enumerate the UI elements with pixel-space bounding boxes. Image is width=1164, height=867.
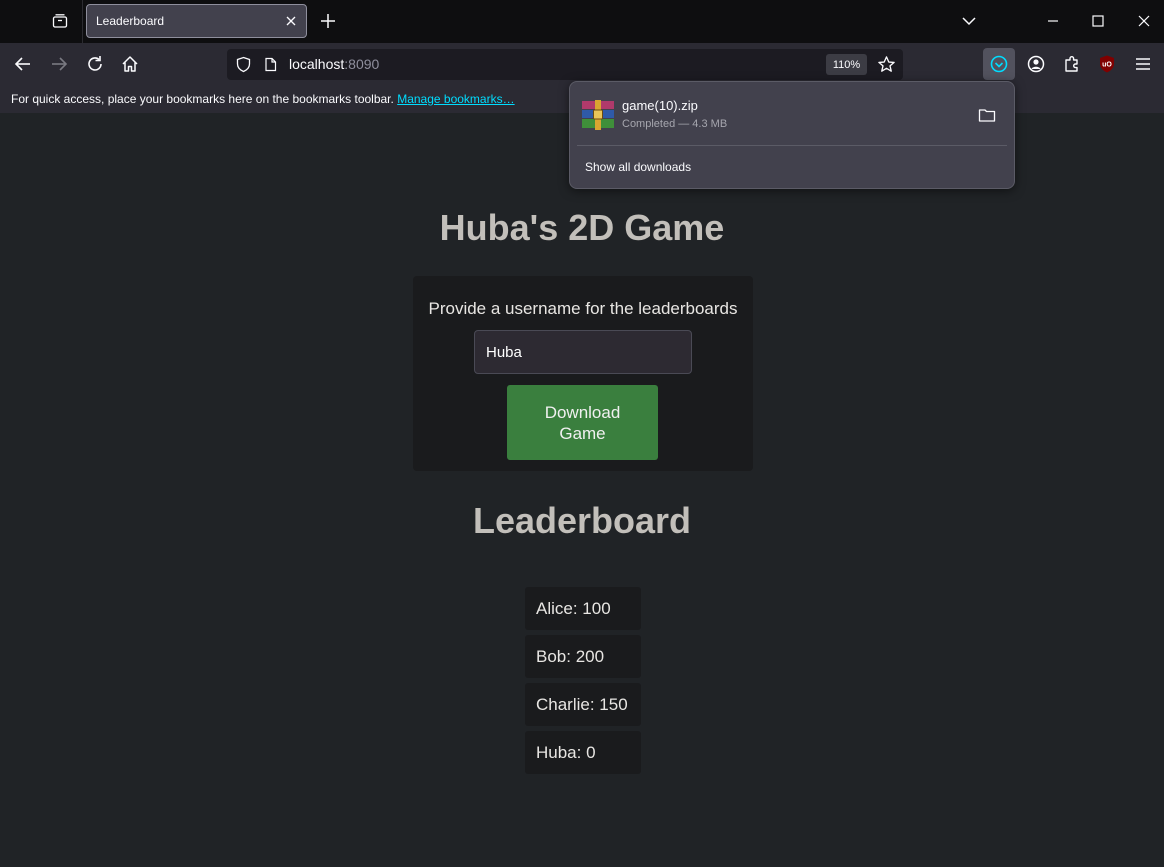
leaderboard-entry: Charlie: 150 <box>525 683 641 726</box>
tab-leaderboard[interactable]: Leaderboard <box>86 4 307 38</box>
manage-bookmarks-link[interactable]: Manage bookmarks… <box>397 92 514 106</box>
zoom-level[interactable]: 110% <box>826 54 867 75</box>
username-prompt: Provide a username for the leaderboards <box>428 299 738 318</box>
username-card: Provide a username for the leaderboards … <box>413 276 753 471</box>
forward-arrow-icon[interactable] <box>49 54 69 74</box>
close-icon[interactable] <box>284 14 298 28</box>
download-status: Completed — 4.3 MB <box>622 118 728 130</box>
navigation-toolbar: localhost:8090 110% uO <box>0 43 1164 85</box>
address-bar[interactable]: localhost:8090 110% <box>227 49 903 80</box>
download-game-button[interactable]: Download Game <box>507 385 658 460</box>
username-input[interactable] <box>474 330 692 374</box>
chevron-down-icon[interactable] <box>960 12 978 30</box>
hamburger-menu-icon[interactable] <box>1133 54 1153 74</box>
leaderboard-entry: Bob: 200 <box>525 635 641 678</box>
maximize-icon[interactable] <box>1089 12 1107 30</box>
url-host: localhost <box>289 56 345 72</box>
download-file-name[interactable]: game(10).zip <box>622 98 698 113</box>
download-icon <box>990 55 1008 73</box>
divider <box>577 145 1007 146</box>
shield-icon[interactable] <box>235 56 252 73</box>
page-content: Huba's 2D Game Provide a username for th… <box>0 113 1164 867</box>
reload-icon[interactable] <box>85 54 105 74</box>
minimize-icon[interactable] <box>1044 12 1062 30</box>
plus-icon[interactable] <box>319 12 337 30</box>
leaderboard-entry: Alice: 100 <box>525 587 641 630</box>
window-close-icon[interactable] <box>1135 12 1153 30</box>
tab-view-icon[interactable] <box>46 8 74 34</box>
tab-title: Leaderboard <box>96 14 165 28</box>
show-all-downloads-button[interactable]: Show all downloads <box>585 160 691 174</box>
back-arrow-icon[interactable] <box>13 54 33 74</box>
downloads-button[interactable] <box>983 48 1015 80</box>
puzzle-icon[interactable] <box>1062 54 1082 74</box>
downloads-panel: game(10).zip Completed — 4.3 MB Show all… <box>569 81 1015 189</box>
tab-strip: Leaderboard <box>0 0 1164 43</box>
svg-text:uO: uO <box>1102 62 1112 69</box>
star-icon[interactable] <box>877 55 896 74</box>
tab-separator <box>82 0 83 43</box>
ublock-icon[interactable]: uO <box>1097 54 1117 74</box>
folder-icon[interactable] <box>978 106 996 124</box>
url-port: :8090 <box>344 56 380 72</box>
bookmarks-message: For quick access, place your bookmarks h… <box>11 92 394 106</box>
account-icon[interactable] <box>1026 54 1046 74</box>
leaderboard-entry: Huba: 0 <box>525 731 641 774</box>
page-icon[interactable] <box>263 57 278 72</box>
winrar-archive-icon <box>582 100 614 130</box>
home-icon[interactable] <box>120 54 140 74</box>
url-text[interactable]: localhost:8090 <box>289 56 379 72</box>
leaderboard-list: Alice: 100 Bob: 200 Charlie: 150 Huba: 0 <box>525 587 641 779</box>
page-title: Huba's 2D Game <box>439 207 725 248</box>
leaderboard-title: Leaderboard <box>472 500 692 541</box>
